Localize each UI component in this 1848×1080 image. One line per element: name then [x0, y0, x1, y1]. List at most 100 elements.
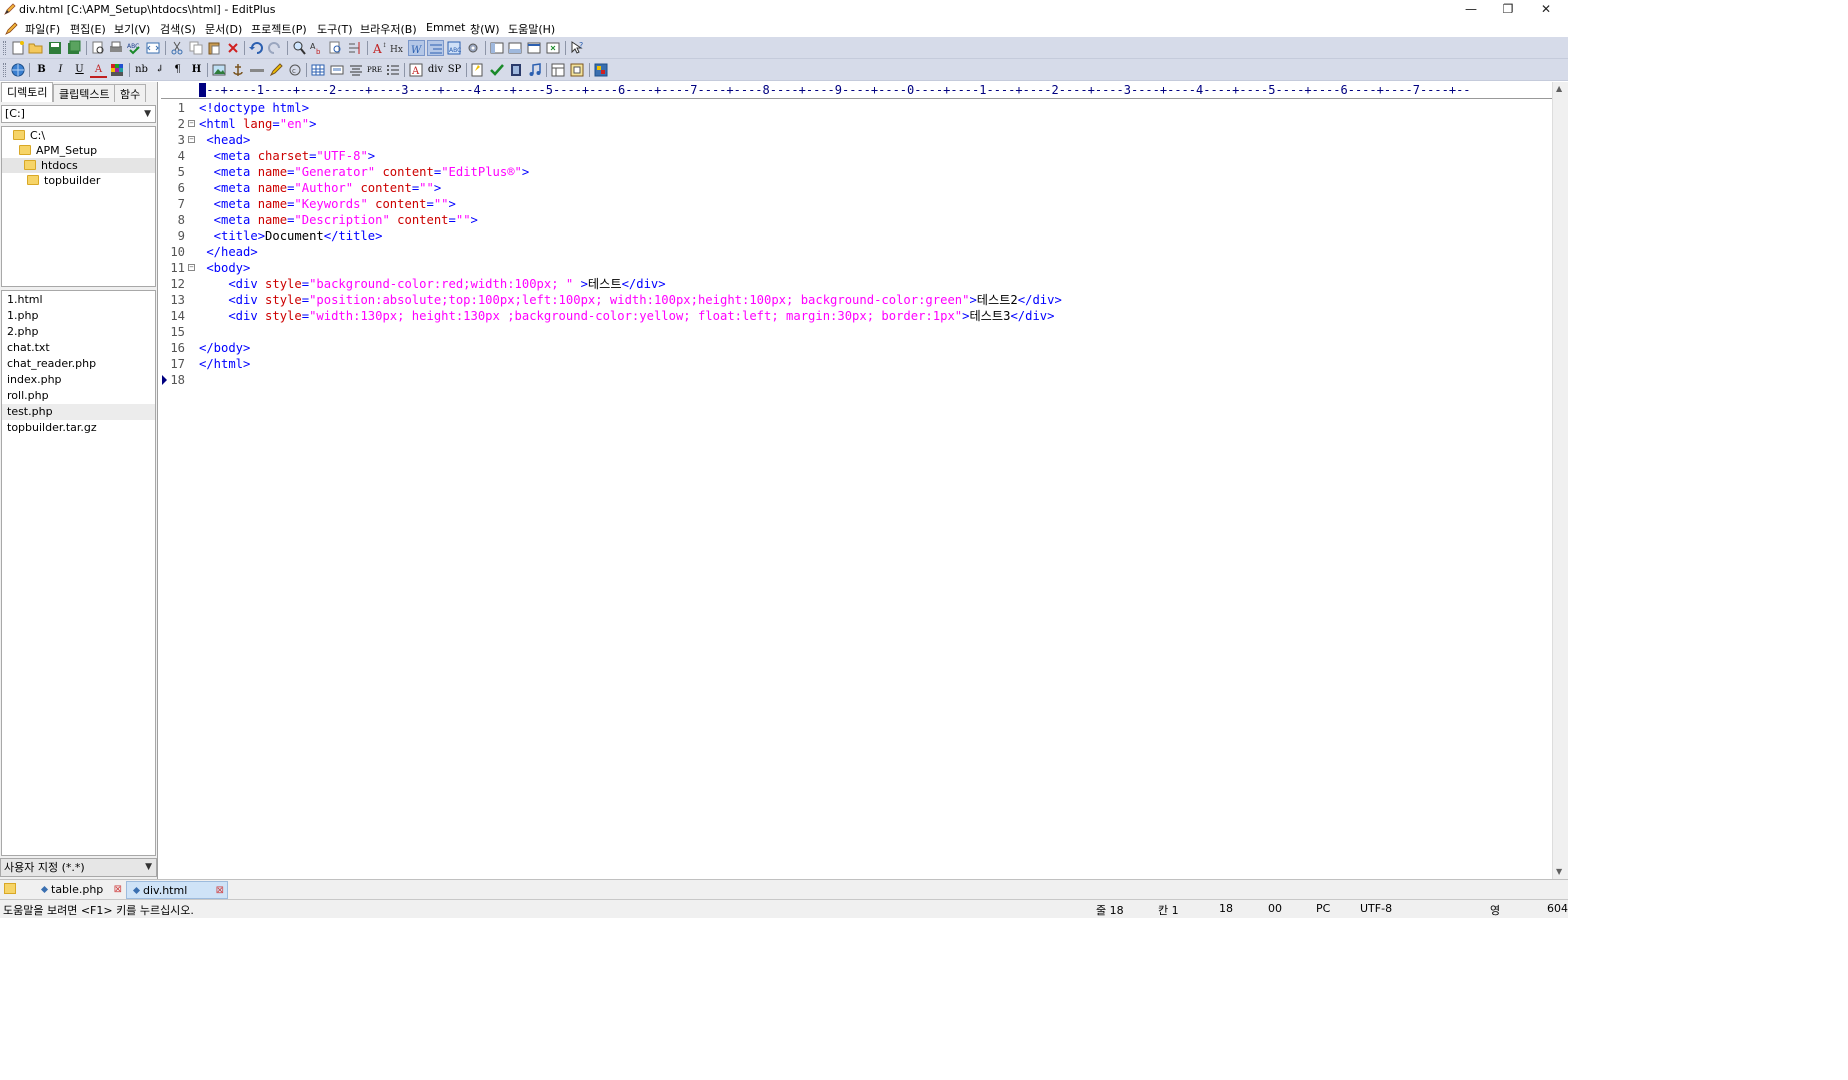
pre-button[interactable]: PRE [366, 62, 383, 78]
file-item[interactable]: roll.php [2, 388, 155, 404]
image-icon[interactable] [211, 62, 228, 78]
undo-icon[interactable] [248, 40, 265, 56]
span-button[interactable]: SP [446, 62, 463, 78]
validate-check-icon[interactable] [489, 62, 506, 78]
tab-functions[interactable]: 함수 [114, 84, 147, 102]
nbsp-button[interactable]: nb [133, 62, 150, 78]
menu-edit[interactable]: 편집(E) [70, 21, 106, 37]
save-all-icon[interactable] [66, 40, 83, 56]
redo-icon[interactable] [267, 40, 284, 56]
css-style-icon[interactable] [470, 62, 487, 78]
tree-item-apm-setup[interactable]: APM_Setup [19, 143, 97, 158]
comment-icon[interactable]: c [287, 62, 304, 78]
paste-icon[interactable] [206, 40, 223, 56]
horizontal-rule-icon[interactable] [249, 62, 266, 78]
print-preview-icon[interactable] [90, 40, 107, 56]
code-editor[interactable]: ---+----1----+----2----+----3----+----4-… [161, 82, 1552, 879]
file-item[interactable]: test.php [2, 404, 155, 420]
menu-help[interactable]: 도움말(H) [508, 21, 555, 37]
menu-emmet[interactable]: Emmet [426, 21, 465, 34]
minimize-button[interactable]: — [1452, 0, 1490, 19]
output-window-icon[interactable] [507, 40, 524, 56]
doc-tab-table-php[interactable]: table.php ⊠ [35, 881, 125, 899]
scroll-down-icon[interactable]: ▼ [1556, 867, 1562, 876]
color-picker-icon[interactable] [109, 62, 126, 78]
highlight-pen-icon[interactable] [268, 62, 285, 78]
iframe-icon[interactable] [569, 62, 586, 78]
fold-toggle-icon[interactable]: − [188, 120, 195, 127]
form-icon[interactable] [329, 62, 346, 78]
toolbar-grip[interactable] [3, 41, 6, 55]
bold-button[interactable]: B [33, 62, 50, 78]
frame-icon[interactable] [550, 62, 567, 78]
restore-button[interactable]: ❐ [1489, 0, 1527, 19]
delete-icon[interactable] [225, 40, 242, 56]
column-select-icon[interactable]: ABC [446, 40, 463, 56]
settings-gear-icon[interactable] [465, 40, 482, 56]
file-filter-select[interactable]: 사용자 지정 (*.*) ▼ [0, 858, 157, 877]
cut-icon[interactable] [169, 40, 186, 56]
underline-button[interactable]: U [71, 62, 88, 78]
find-icon[interactable] [291, 40, 308, 56]
menu-view[interactable]: 보기(V) [114, 21, 150, 37]
folder-icon[interactable] [4, 883, 16, 894]
context-help-icon[interactable]: ? [569, 40, 586, 56]
word-wrap-icon[interactable]: W [408, 40, 425, 56]
paragraph-button[interactable]: ¶ [169, 62, 186, 78]
line-break-button[interactable]: ↲ [151, 62, 168, 78]
cliptext-window-icon[interactable] [545, 40, 562, 56]
status-line[interactable]: 줄 18 [1096, 902, 1124, 918]
film-media-icon[interactable] [508, 62, 525, 78]
file-item[interactable]: 2.php [2, 324, 155, 340]
indent-guide-icon[interactable] [427, 40, 444, 56]
browser-globe-icon[interactable] [10, 62, 27, 78]
goto-line-icon[interactable] [347, 40, 364, 56]
copy-icon[interactable] [188, 40, 205, 56]
open-folder-icon[interactable] [28, 40, 45, 56]
font-size-icon[interactable]: A ↕ [371, 40, 388, 56]
list-icon[interactable] [385, 62, 402, 78]
fold-toggle-icon[interactable]: − [188, 136, 195, 143]
menu-file[interactable]: 파일(F) [25, 21, 60, 37]
menu-browser[interactable]: 브라우저(B) [360, 21, 417, 37]
file-item[interactable]: 1.html [2, 292, 155, 308]
doc-tab-div-html[interactable]: div.html ⊠ [126, 881, 228, 899]
close-tab-icon[interactable]: ⊠ [216, 882, 224, 899]
toolbar-grip[interactable] [3, 63, 6, 77]
file-item[interactable]: chat_reader.php [2, 356, 155, 372]
tree-item-topbuilder[interactable]: topbuilder [27, 173, 100, 188]
toolbar-options-icon[interactable] [593, 62, 610, 78]
center-align-icon[interactable] [348, 62, 365, 78]
tab-directory[interactable]: 디렉토리 [1, 82, 54, 102]
replace-icon[interactable]: Ab [309, 40, 326, 56]
file-item[interactable]: topbuilder.tar.gz [2, 420, 155, 436]
close-tab-icon[interactable]: ⊠ [114, 881, 122, 898]
fold-toggle-icon[interactable]: − [188, 264, 195, 271]
file-item[interactable]: 1.php [2, 308, 155, 324]
status-column[interactable]: 칸 1 [1158, 902, 1179, 918]
status-encoding[interactable]: UTF-8 [1360, 902, 1392, 915]
tree-item-htdocs[interactable]: htdocs [2, 158, 155, 173]
find-in-files-icon[interactable] [328, 40, 345, 56]
spell-check-icon[interactable]: ABC [126, 40, 143, 56]
menu-window[interactable]: 창(W) [470, 21, 500, 37]
table-icon[interactable] [310, 62, 327, 78]
menu-project[interactable]: 프로젝트(P) [251, 21, 307, 37]
print-icon[interactable] [108, 40, 125, 56]
menu-search[interactable]: 검색(S) [160, 21, 196, 37]
close-button[interactable]: ✕ [1527, 0, 1565, 19]
heading-button[interactable]: H [188, 62, 205, 78]
menu-document[interactable]: 문서(D) [205, 21, 242, 37]
hex-view-icon[interactable]: Hx [389, 40, 406, 56]
drive-select[interactable]: [C:] ▼ [1, 105, 156, 123]
file-item[interactable]: index.php [2, 372, 155, 388]
font-color-button[interactable]: A [90, 62, 107, 78]
tab-cliptext[interactable]: 클립텍스트 [53, 84, 116, 102]
anchor-icon[interactable] [230, 62, 247, 78]
menu-tools[interactable]: 도구(T) [317, 21, 353, 37]
italic-button[interactable]: I [52, 62, 69, 78]
div-button[interactable]: div [427, 62, 444, 78]
audio-note-icon[interactable] [527, 62, 544, 78]
window-layout-icon[interactable] [489, 40, 506, 56]
save-icon[interactable] [47, 40, 64, 56]
